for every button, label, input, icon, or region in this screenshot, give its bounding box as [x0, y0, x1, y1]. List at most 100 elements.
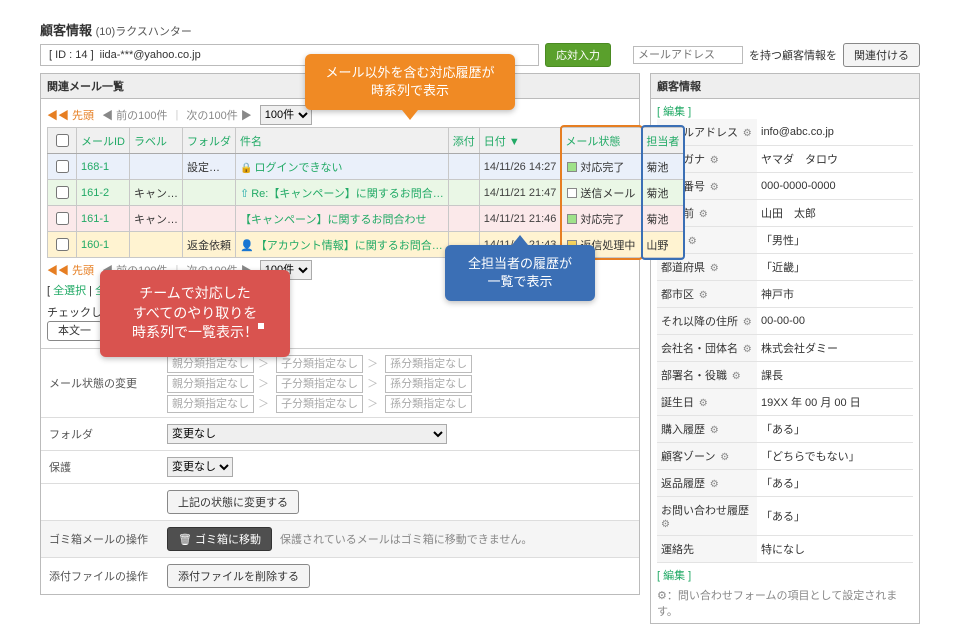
gear-icon: ⚙: [740, 128, 752, 139]
gear-icon: ⚙: [707, 479, 719, 490]
info-val: 「近畿」: [757, 254, 913, 281]
row-checkbox[interactable]: [56, 212, 69, 225]
table-row[interactable]: 168-1設定…ログインできない14/11/26 14:27対応完了菊池: [48, 154, 684, 180]
subject-link[interactable]: Re:【キャンペーン】に関するお問合…: [251, 188, 444, 200]
info-val: 神戸市: [757, 281, 913, 308]
info-val: 19XX 年 00 月 00 日: [757, 389, 913, 416]
page-title: 顧客情報 (10)ラクスハンター: [40, 20, 920, 39]
select-all-link[interactable]: 全選択: [53, 285, 86, 297]
table-row[interactable]: 161-2キャン…Re:【キャンペーン】に関するお問合…14/11/21 21:…: [48, 180, 684, 206]
info-key: 誕生日 ⚙: [657, 389, 757, 416]
trash-note: 保護されているメールはゴミ箱に移動できません。: [280, 531, 532, 547]
gear-icon: ⚙: [696, 398, 708, 409]
mail-id-link[interactable]: 161-2: [77, 180, 130, 206]
gear-icon: ⚙: [661, 519, 670, 530]
change-status-label: メール状態の変更: [49, 375, 159, 391]
body-tab[interactable]: 本文一: [47, 321, 102, 341]
link-button[interactable]: 関連付ける: [843, 43, 920, 67]
protect-label: 保護: [49, 459, 159, 475]
row-checkbox[interactable]: [56, 186, 69, 199]
gear-icon: ⚙: [696, 290, 708, 301]
delete-attachments-button[interactable]: 添付ファイルを削除する: [167, 564, 310, 588]
edit-link-bottom[interactable]: [ 編集 ]: [657, 567, 913, 583]
info-val: 「男性」: [757, 227, 913, 254]
pager-first-icon[interactable]: ◀◀ 先頭: [47, 262, 94, 278]
search-input[interactable]: [633, 46, 743, 64]
status-badge: 対応完了: [565, 158, 637, 176]
edit-link-top[interactable]: [ 編集 ]: [657, 103, 913, 119]
mail-id-link[interactable]: 160-1: [77, 232, 130, 258]
info-val: 「どちらでもない」: [757, 443, 913, 470]
col-rep[interactable]: 担当者: [642, 128, 684, 154]
cloud-icon: [240, 188, 251, 200]
protect-select[interactable]: 変更なし: [167, 457, 233, 477]
gear-icon: ⚙: [707, 425, 719, 436]
person-icon: [240, 240, 256, 252]
rep-cell: 菊池: [642, 180, 684, 206]
callout-blue: 全担当者の履歴が一覧で表示: [445, 245, 595, 301]
info-val: 00-00-00: [757, 308, 913, 335]
col-date[interactable]: 日付 ▼: [479, 128, 561, 154]
info-val: 「ある」: [757, 470, 913, 497]
info-val: 課長: [757, 362, 913, 389]
col-folder[interactable]: フォルダ: [183, 128, 236, 154]
gear-icon: ⚙: [707, 155, 719, 166]
mail-table: メールID ラベル フォルダ 件名 添付 日付 ▼ メール状態 担当者 168-…: [47, 127, 684, 258]
attach-label: 添付ファイルの操作: [49, 568, 159, 584]
gear-icon: ⚙: [707, 182, 719, 193]
info-key: 会社名・団体名 ⚙: [657, 335, 757, 362]
rep-cell: 山野: [642, 232, 684, 258]
gear-note: ⚙：問い合わせフォームの項目として設定されます。: [657, 587, 913, 619]
col-subject[interactable]: 件名: [236, 128, 449, 154]
info-key: 運絡先: [657, 536, 757, 563]
col-status[interactable]: メール状態: [561, 128, 642, 154]
info-key: 部署名・役職 ⚙: [657, 362, 757, 389]
subject-link[interactable]: 【アカウント情報】に関するお問合…: [256, 240, 443, 252]
col-label[interactable]: ラベル: [130, 128, 183, 154]
move-to-trash-button[interactable]: 🗑 ゴミ箱に移動: [167, 527, 272, 551]
gear-icon: ⚙: [696, 209, 708, 220]
status-badge: 送信メール: [565, 184, 637, 202]
row-checkbox[interactable]: [56, 238, 69, 251]
mail-id-link[interactable]: 168-1: [77, 154, 130, 180]
child-class-select[interactable]: 子分類指定なし: [276, 355, 363, 373]
info-val: 000-0000-0000: [757, 173, 913, 200]
gear-icon: ⚙: [740, 317, 752, 328]
info-val: 株式会社ダミー: [757, 335, 913, 362]
status-badge: 対応完了: [565, 210, 637, 228]
customer-panel-header: 顧客情報: [651, 74, 919, 99]
col-attach[interactable]: 添付: [448, 128, 479, 154]
per-page-select[interactable]: 100件: [260, 105, 312, 125]
rep-cell: 菊池: [642, 154, 684, 180]
info-key: 顧客ゾーン ⚙: [657, 443, 757, 470]
gear-icon: ⚙: [729, 371, 741, 382]
grand-class-select[interactable]: 孫分類指定なし: [385, 355, 472, 373]
table-row[interactable]: 161-1キャン…【キャンペーン】に関するお問合わせ14/11/21 21:46…: [48, 206, 684, 232]
search-suffix-text: を持つ顧客情報を: [749, 47, 837, 63]
gear-icon: ⚙: [717, 452, 729, 463]
info-key: 返品履歴 ⚙: [657, 470, 757, 497]
apply-status-button[interactable]: 上記の状態に変更する: [167, 490, 299, 514]
pager-first-icon[interactable]: ◀◀ 先頭: [47, 107, 94, 123]
info-val: 「ある」: [757, 497, 913, 536]
sort-desc-icon: ▼: [509, 136, 520, 148]
mail-id-link[interactable]: 161-1: [77, 206, 130, 232]
folder-select[interactable]: 変更なし: [167, 424, 447, 444]
info-key: それ以降の住所 ⚙: [657, 308, 757, 335]
folder-label: フォルダ: [49, 426, 159, 442]
info-key: 購入履歴 ⚙: [657, 416, 757, 443]
parent-class-select[interactable]: 親分類指定なし: [167, 355, 254, 373]
info-val: 「ある」: [757, 416, 913, 443]
col-mail-id[interactable]: メールID: [77, 128, 130, 154]
subject-link[interactable]: ログインできない: [254, 162, 342, 174]
info-val: info@abc.co.jp: [757, 119, 913, 146]
info-key: お問い合わせ履歴 ⚙: [657, 497, 757, 536]
info-key: 都市区 ⚙: [657, 281, 757, 308]
select-all-checkbox[interactable]: [56, 134, 69, 147]
info-val: 山田 太郎: [757, 200, 913, 227]
response-input-button[interactable]: 応対入力: [545, 43, 611, 67]
subject-link[interactable]: 【キャンペーン】に関するお問合わせ: [240, 214, 426, 226]
callout-red: チームで対応したすべてのやり取りを時系列で一覧表示！: [100, 270, 290, 357]
row-checkbox[interactable]: [56, 160, 69, 173]
customer-info-table: メールアドレス ⚙info@abc.co.jpフリガナ ⚙ヤマダ タロウ電話番号…: [657, 119, 913, 563]
